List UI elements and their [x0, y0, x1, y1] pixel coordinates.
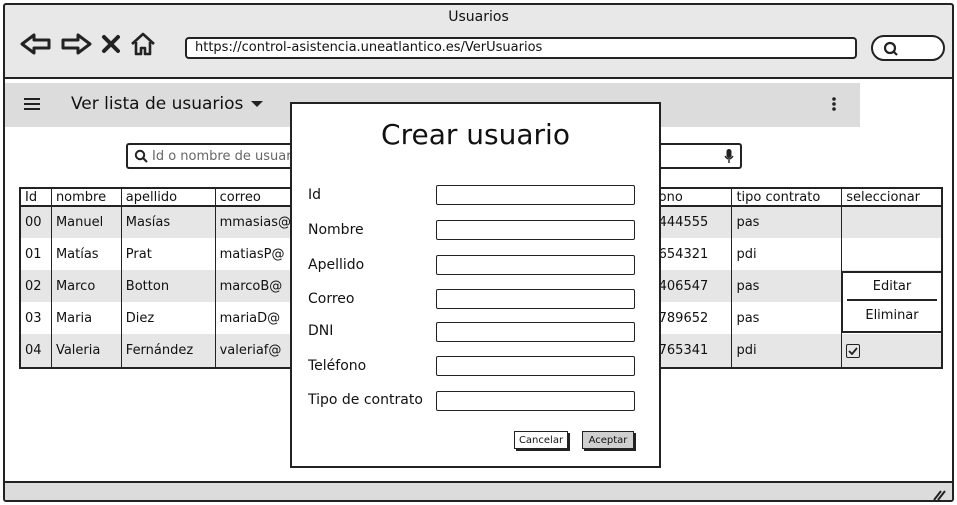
- cell-tipo-contrato: pdi: [732, 238, 843, 270]
- forward-arrow-icon[interactable]: [59, 32, 93, 56]
- caret-down-icon: [251, 101, 264, 107]
- view-title: Ver lista de usuarios: [71, 94, 244, 114]
- url-input[interactable]: https://control-asistencia.uneatlantico.…: [185, 37, 857, 59]
- cell-id: 02: [21, 270, 52, 302]
- more-options-icon[interactable]: [831, 95, 837, 113]
- microphone-icon[interactable]: [724, 148, 734, 164]
- cell-telefono: 654321: [655, 238, 733, 270]
- checkmark-icon: [848, 346, 858, 355]
- field-label-tipo-contrato: Tipo de contrato: [308, 392, 423, 408]
- column-header-apellido: apellido: [122, 189, 216, 205]
- field-label-telefono: Teléfono: [308, 358, 367, 374]
- resize-handle-icon[interactable]: [932, 489, 946, 501]
- cell-nombre: Marco: [52, 270, 122, 302]
- window-title: Usuarios: [448, 9, 509, 25]
- cell-nombre: Valeria: [52, 334, 122, 367]
- field-label-id: Id: [308, 187, 322, 203]
- cell-id: 00: [21, 207, 52, 238]
- column-header-seleccionar: seleccionar: [846, 189, 921, 205]
- dni-input[interactable]: [436, 322, 635, 342]
- cell-nombre: Matías: [52, 238, 122, 270]
- cell-apellido: Masías: [122, 207, 216, 238]
- field-label-dni: DNI: [308, 323, 334, 339]
- cell-id: 03: [21, 302, 52, 334]
- cell-id: 01: [21, 238, 52, 270]
- cell-nombre: Maria: [52, 302, 122, 334]
- cell-nombre: Manuel: [52, 207, 122, 238]
- search-icon: [134, 149, 148, 163]
- cell-seleccionar[interactable]: [842, 334, 941, 367]
- cell-apellido: Diez: [122, 302, 216, 334]
- cell-apellido: Fernández: [122, 334, 216, 367]
- back-arrow-icon[interactable]: [19, 32, 53, 56]
- column-header-id: Id: [21, 189, 52, 205]
- search-icon: [883, 41, 898, 56]
- field-label-nombre: Nombre: [308, 222, 364, 238]
- field-label-correo: Correo: [308, 291, 355, 307]
- status-bar: [5, 481, 952, 501]
- correo-input[interactable]: [436, 289, 635, 309]
- cell-tipo-contrato: pas: [732, 207, 843, 238]
- cell-telefono: 765341: [655, 334, 733, 367]
- column-header-nombre: nombre: [52, 189, 122, 205]
- cell-apellido: Prat: [122, 238, 216, 270]
- browser-window: Usuarios https://control-asistencia.unea…: [3, 3, 954, 502]
- browser-nav: [19, 27, 157, 61]
- cell-telefono: 444555: [655, 207, 733, 238]
- cell-tipo-contrato: pas: [732, 270, 843, 302]
- column-header-telefono: ono: [655, 189, 733, 205]
- column-header-tipo-contrato: tipo contrato: [732, 189, 843, 205]
- cell-telefono: 406547: [655, 270, 733, 302]
- accept-button[interactable]: Aceptar: [582, 431, 634, 449]
- cancel-button[interactable]: Cancelar: [514, 431, 568, 449]
- home-icon[interactable]: [129, 31, 157, 57]
- nombre-input[interactable]: [436, 220, 635, 240]
- apellido-input[interactable]: [436, 255, 635, 275]
- close-icon[interactable]: [99, 32, 123, 56]
- tipo-contrato-input[interactable]: [436, 391, 635, 411]
- cell-tipo-contrato: pas: [732, 302, 843, 334]
- view-selector[interactable]: Ver lista de usuarios: [71, 94, 264, 114]
- row-context-menu: Editar Eliminar: [841, 271, 943, 333]
- dialog-title: Crear usuario: [381, 118, 570, 151]
- cell-seleccionar[interactable]: [842, 238, 941, 270]
- hamburger-menu-icon[interactable]: [23, 96, 41, 112]
- edit-menu-item[interactable]: Editar: [847, 273, 937, 301]
- field-label-apellido: Apellido: [308, 257, 365, 273]
- row-checkbox[interactable]: [846, 343, 861, 358]
- search-placeholder: Id o nombre de usuario: [152, 148, 304, 164]
- browser-search-button[interactable]: [871, 35, 945, 61]
- cell-telefono: 789652: [655, 302, 733, 334]
- cell-apellido: Botton: [122, 270, 216, 302]
- telefono-input[interactable]: [436, 356, 635, 376]
- create-user-dialog: Crear usuario Id Nombre Apellido Correo …: [290, 102, 661, 468]
- id-input[interactable]: [436, 185, 635, 205]
- delete-menu-item[interactable]: Eliminar: [843, 301, 941, 329]
- cell-id: 04: [21, 334, 52, 367]
- cell-tipo-contrato: pdi: [732, 334, 843, 367]
- cell-seleccionar[interactable]: [842, 207, 941, 238]
